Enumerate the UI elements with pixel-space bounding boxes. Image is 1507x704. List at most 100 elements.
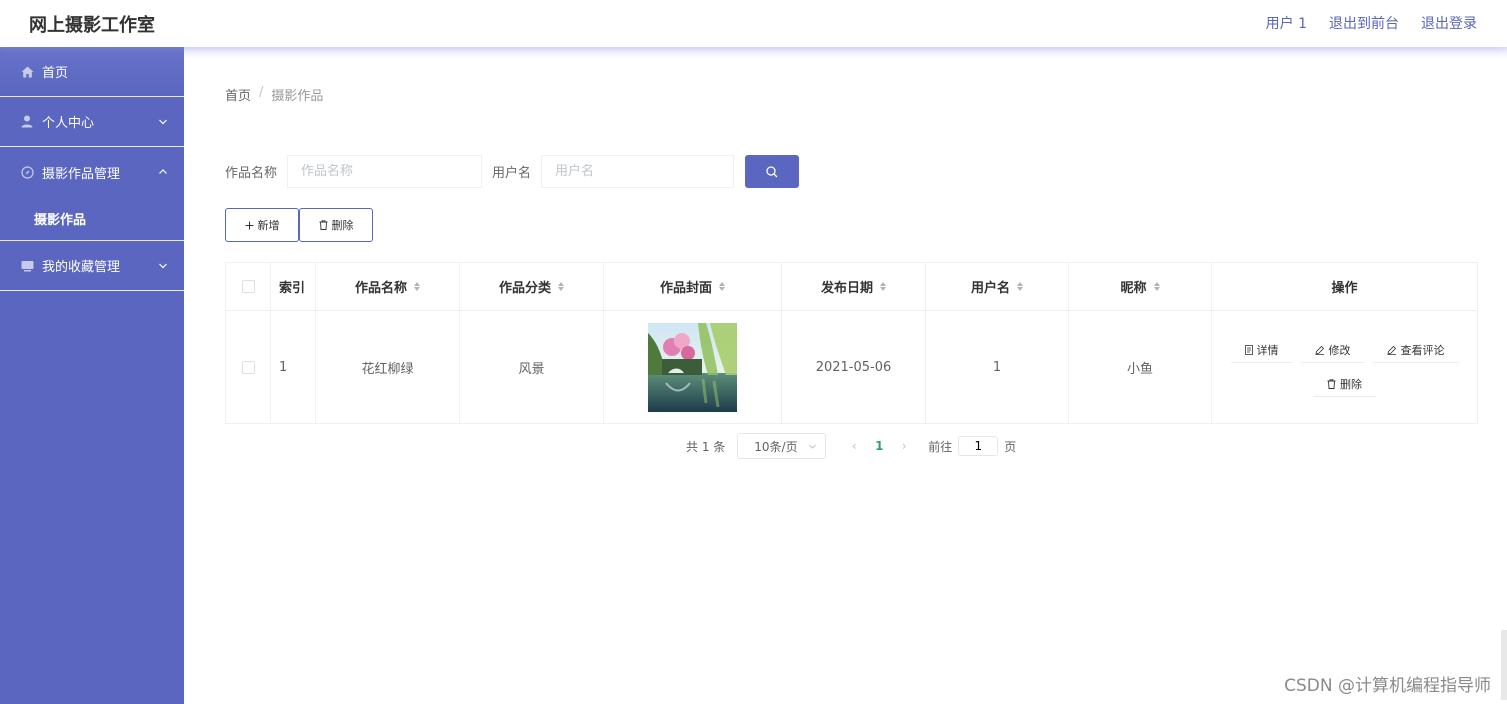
compass-icon — [20, 165, 34, 179]
page-size-select[interactable]: 10条/页 — [737, 433, 827, 459]
header-work-name[interactable]: 作品名称 — [316, 263, 460, 310]
header-cover[interactable]: 作品封面 — [604, 263, 782, 310]
row-index: 1 — [271, 311, 316, 423]
operation-buttons: 详情 修改 查看评论 删除 — [1230, 337, 1459, 397]
delete-button[interactable]: 删除 — [299, 208, 373, 242]
page-unit-label: 页 — [1004, 439, 1017, 454]
header-operations: 操作 — [1331, 281, 1358, 296]
sidebar-item-home[interactable]: 首页 — [0, 47, 184, 97]
breadcrumb-current: 摄影作品 — [271, 89, 324, 104]
current-user-link[interactable]: 用户 1 — [1266, 13, 1307, 33]
header-date[interactable]: 发布日期 — [782, 263, 926, 310]
search-bar: 作品名称 用户名 — [225, 155, 800, 188]
sort-icon[interactable] — [1017, 282, 1023, 291]
works-table: 索引 作品名称 作品分类 作品封面 发布日期 用户名 昵称 操作 1 花红柳绿 … — [225, 262, 1478, 424]
row-select[interactable] — [226, 311, 271, 423]
chevron-down-icon — [159, 263, 167, 268]
edit-button[interactable]: 修改 — [1300, 337, 1365, 363]
sort-icon[interactable] — [880, 282, 886, 291]
view-comments-button[interactable]: 查看评论 — [1372, 337, 1459, 363]
back-to-front-link[interactable]: 退出到前台 — [1329, 13, 1399, 33]
sidebar-item-profile[interactable]: 个人中心 — [0, 97, 184, 147]
header-category[interactable]: 作品分类 — [460, 263, 604, 310]
edit-icon — [1314, 345, 1324, 355]
pagination: 共 1 条 10条/页 ‹ 1 › 前往 页 — [686, 433, 1016, 459]
document-icon — [1244, 344, 1253, 355]
breadcrumb-separator: / — [259, 85, 264, 100]
total-count: 共 1 条 — [686, 439, 726, 454]
sort-icon[interactable] — [558, 282, 564, 291]
row-date: 2021-05-06 — [782, 311, 926, 423]
row-category: 风景 — [460, 311, 604, 423]
page-number[interactable]: 1 — [866, 439, 892, 453]
row-operations: 详情 修改 查看评论 删除 — [1212, 311, 1477, 423]
site-title: 网上摄影工作室 — [29, 15, 155, 36]
goto-page-input[interactable] — [958, 436, 999, 456]
search-button[interactable] — [745, 155, 800, 188]
header-label: 作品封面 — [659, 281, 712, 296]
view-comments-label: 查看评论 — [1400, 343, 1445, 357]
header-label: 作品分类 — [498, 281, 551, 296]
chevron-up-icon — [159, 169, 167, 174]
content-top-shadow — [184, 47, 1507, 59]
sidebar-item-label: 首页 — [42, 66, 69, 81]
work-name-label: 作品名称 — [225, 166, 278, 181]
sidebar: 首页 个人中心 摄影作品管理 摄影作品 我的收藏管理 — [0, 47, 184, 704]
next-page-button[interactable]: › — [896, 439, 912, 453]
action-buttons: 新增 删除 — [225, 208, 373, 242]
header-links: 用户 1 退出到前台 退出登录 — [1266, 13, 1477, 33]
breadcrumb: 首页 / 摄影作品 — [225, 85, 323, 104]
row-delete-label: 删除 — [1340, 377, 1362, 391]
logout-link[interactable]: 退出登录 — [1421, 13, 1477, 33]
header-index: 索引 — [271, 263, 316, 310]
row-delete-button[interactable]: 删除 — [1313, 371, 1376, 397]
search-icon — [766, 165, 778, 177]
user-icon — [20, 115, 34, 129]
username-label: 用户名 — [492, 166, 532, 181]
detail-button[interactable]: 详情 — [1230, 337, 1293, 363]
header-select-all[interactable] — [226, 263, 271, 310]
table-header: 索引 作品名称 作品分类 作品封面 发布日期 用户名 昵称 操作 — [226, 263, 1477, 311]
row-username: 1 — [926, 311, 1069, 423]
detail-label: 详情 — [1256, 343, 1279, 357]
plus-icon — [245, 221, 253, 229]
breadcrumb-home[interactable]: 首页 — [225, 85, 251, 104]
header-username[interactable]: 用户名 — [926, 263, 1069, 310]
sort-icon[interactable] — [719, 282, 725, 291]
header-label: 昵称 — [1120, 281, 1147, 296]
watermark: CSDN @计算机编程指导师 — [1284, 676, 1491, 696]
sidebar-item-favorites[interactable]: 我的收藏管理 — [0, 241, 184, 291]
header-label: 作品名称 — [354, 281, 407, 296]
folder-icon — [20, 259, 34, 273]
edit-label: 修改 — [1328, 343, 1351, 357]
chevron-down-icon — [809, 444, 817, 449]
chevron-down-icon — [159, 119, 167, 124]
header-label: 发布日期 — [820, 281, 873, 296]
row-work-name: 花红柳绿 — [316, 311, 460, 423]
scrollbar-thumb[interactable] — [1501, 630, 1507, 700]
sort-icon[interactable] — [1153, 282, 1160, 291]
header-label: 用户名 — [970, 281, 1010, 296]
work-name-input[interactable] — [287, 155, 483, 188]
table-row: 1 花红柳绿 风景 2021-05-06 1 小鱼 详情 修改 查看评论 删除 — [226, 311, 1477, 423]
sort-icon[interactable] — [414, 282, 420, 291]
sidebar-item-label: 摄影作品管理 — [42, 166, 121, 182]
page-size-value: 10条/页 — [754, 439, 798, 454]
goto-label: 前往 — [928, 439, 953, 454]
header-nickname[interactable]: 昵称 — [1069, 263, 1212, 310]
home-icon — [20, 65, 34, 79]
prev-page-button[interactable]: ‹ — [846, 439, 862, 453]
sidebar-subitem-works[interactable]: 摄影作品 — [0, 197, 184, 241]
row-nickname: 小鱼 — [1069, 311, 1212, 423]
sidebar-item-label: 我的收藏管理 — [42, 260, 121, 275]
trash-icon — [1327, 378, 1336, 389]
row-cover — [604, 311, 782, 423]
add-button[interactable]: 新增 — [225, 208, 299, 242]
sidebar-item-works-manage[interactable]: 摄影作品管理 — [0, 147, 184, 197]
select-all-checkbox[interactable] — [241, 280, 255, 293]
cover-thumbnail[interactable] — [648, 322, 737, 412]
username-input[interactable] — [541, 155, 735, 188]
top-header: 网上摄影工作室 用户 1 退出到前台 退出登录 — [0, 0, 1507, 47]
delete-button-label: 删除 — [331, 219, 354, 232]
row-checkbox[interactable] — [241, 360, 255, 374]
